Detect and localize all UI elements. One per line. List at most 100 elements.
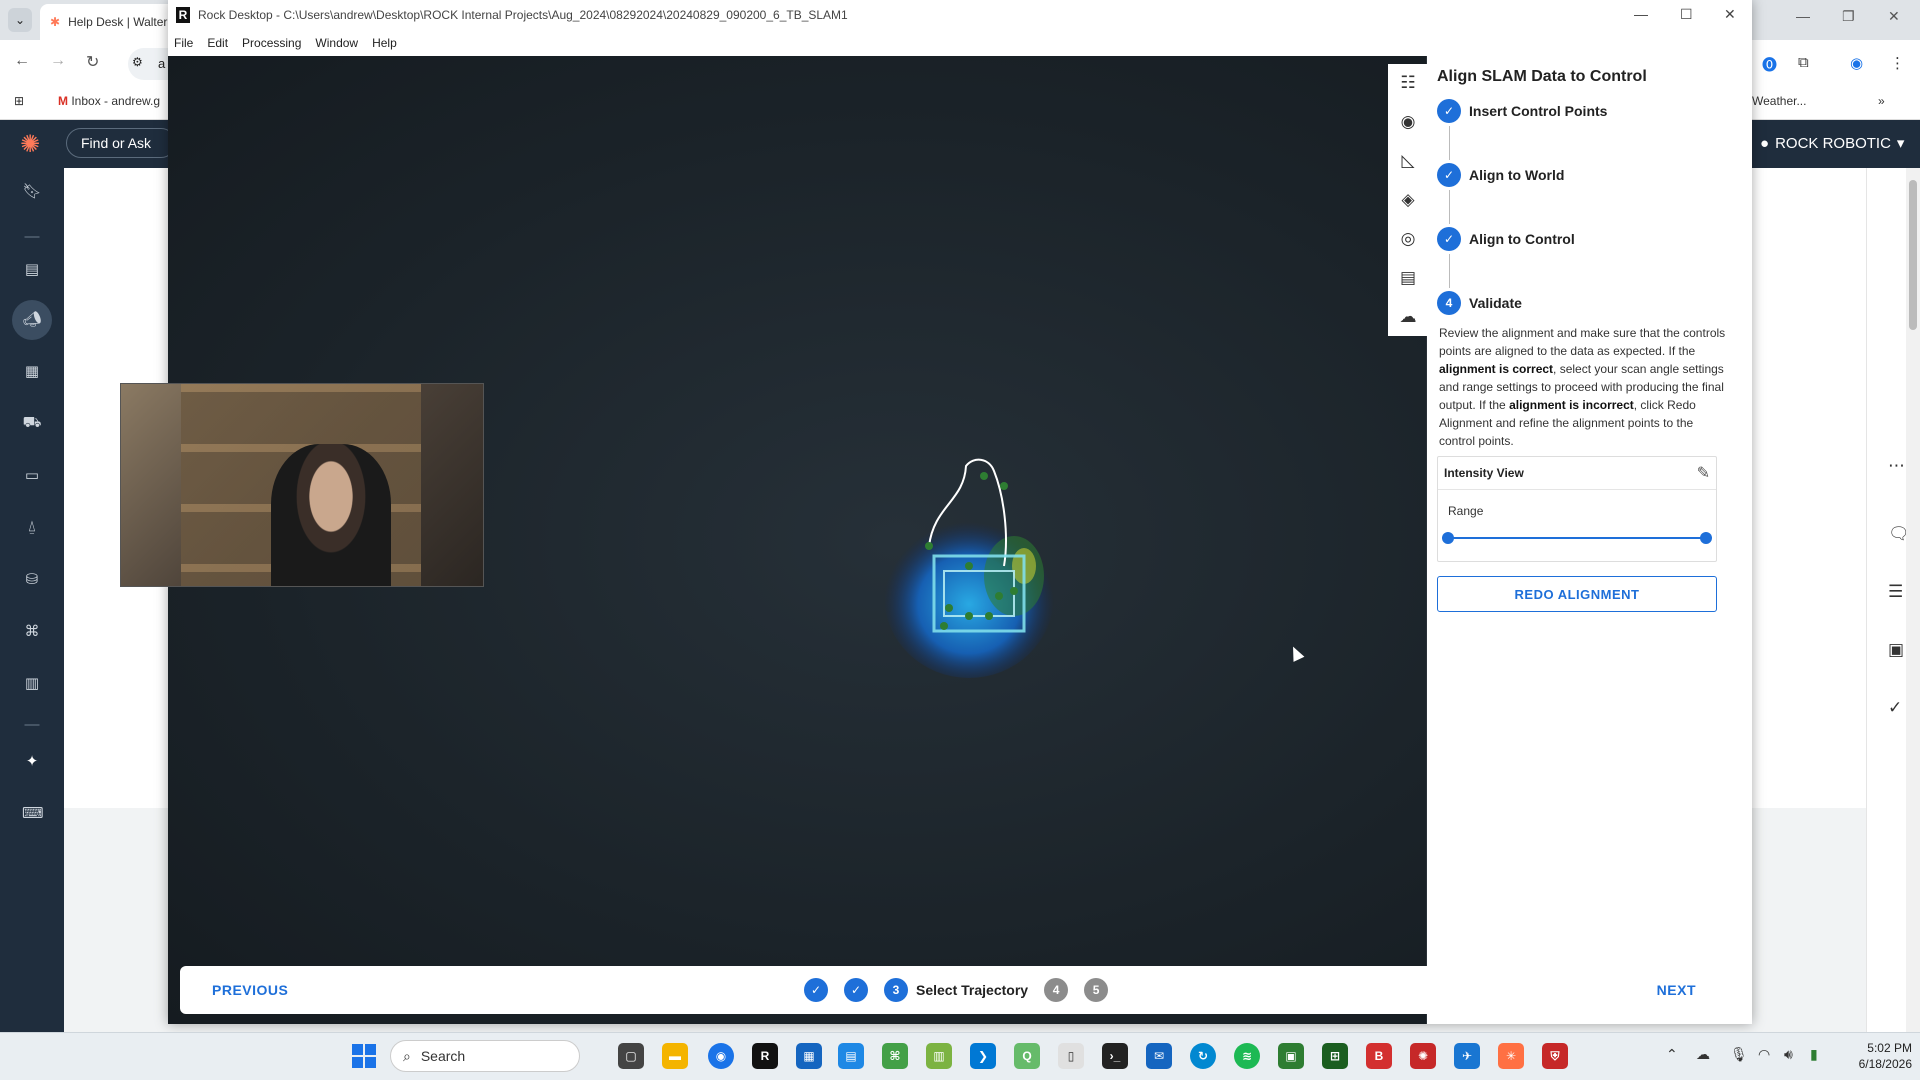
minimize-icon[interactable]: —	[1796, 8, 1810, 24]
minimize-icon[interactable]: —	[1634, 6, 1648, 22]
more-bookmarks-icon[interactable]: »	[1878, 94, 1885, 108]
battery-icon[interactable]: ▮	[1810, 1046, 1818, 1063]
microphone-icon[interactable]: 🎙︎	[1730, 1046, 1748, 1063]
checklist-icon[interactable]: ☰	[1888, 582, 1903, 602]
close-icon[interactable]: ✕	[1888, 8, 1900, 25]
previous-button[interactable]: PREVIOUS	[212, 982, 288, 998]
menu-help[interactable]: Help	[372, 36, 397, 50]
range-slider-track[interactable]	[1448, 537, 1706, 539]
rock-desktop-icon[interactable]: R	[752, 1043, 778, 1069]
apps-icon[interactable]: ⊞	[14, 94, 24, 108]
shield-app-icon[interactable]: ⛨	[1542, 1043, 1568, 1069]
cloud-upload-icon[interactable]: ☁	[1388, 297, 1428, 336]
menu-window[interactable]: Window	[315, 36, 358, 50]
service-icon[interactable]: ⍙	[22, 518, 42, 538]
reload-icon[interactable]: ↻	[86, 52, 99, 72]
marketing-icon[interactable]: 📣︎	[12, 300, 52, 340]
tray-overflow-icon[interactable]: ⌃	[1666, 1046, 1678, 1063]
taskbar-clock[interactable]: 5:02 PM 6/18/2026	[1848, 1040, 1912, 1072]
cloud-offline-icon[interactable]: ☁	[1696, 1046, 1710, 1063]
contacts-icon[interactable]: ▤	[22, 260, 42, 280]
ruler-icon[interactable]: ◺	[1388, 142, 1428, 181]
task-view-icon[interactable]: ▢	[618, 1043, 644, 1069]
tab-search-button[interactable]: ⌄	[8, 8, 32, 32]
workflow-step-2-check-icon[interactable]: ✓	[844, 978, 868, 1002]
chrome-icon[interactable]: ◉	[708, 1043, 734, 1069]
redo-alignment-button[interactable]: REDO ALIGNMENT	[1437, 576, 1717, 612]
windows-start-icon[interactable]	[352, 1044, 376, 1068]
sliders-icon[interactable]: ☷	[1388, 64, 1428, 103]
database-icon[interactable]: ⛁	[22, 570, 42, 590]
menu-file[interactable]: File	[174, 36, 193, 50]
grid-app-icon[interactable]: ⊞	[1322, 1043, 1348, 1069]
qgis-icon[interactable]: Q	[1014, 1043, 1040, 1069]
document-icon[interactable]: ▤	[1388, 258, 1428, 297]
taskbar-search[interactable]: ⌕ Search	[390, 1040, 580, 1072]
target-icon[interactable]: ◉	[1388, 103, 1428, 142]
site-info-icon[interactable]: ⚙	[132, 55, 143, 69]
bookmark-inbox[interactable]: M Inbox - andrew.g	[58, 94, 160, 108]
step-validate[interactable]: 4 Validate	[1437, 288, 1742, 318]
terminal-icon[interactable]: ›_	[1102, 1043, 1128, 1069]
menu-processing[interactable]: Processing	[242, 36, 301, 50]
bookmark-icon[interactable]: 🔖︎	[22, 182, 42, 202]
layers-icon[interactable]: ◈	[1388, 181, 1428, 220]
step-insert-control-points[interactable]: ✓ Insert Control Points	[1437, 96, 1742, 126]
bookmark-weather[interactable]: Weather...	[1752, 94, 1806, 108]
b-app-icon[interactable]: B	[1366, 1043, 1392, 1069]
blank-file-icon[interactable]: ▯	[1058, 1043, 1084, 1069]
next-button[interactable]: NEXT	[1657, 982, 1696, 998]
calculator-icon[interactable]: ▦	[796, 1043, 822, 1069]
reports-icon[interactable]: ▥	[22, 674, 42, 694]
vscode-icon[interactable]: ❯	[970, 1043, 996, 1069]
eye-icon[interactable]: ◎	[1388, 219, 1428, 258]
extensions-icon[interactable]: ⧉	[1798, 54, 1809, 71]
profile-icon[interactable]: ◉	[1850, 54, 1863, 72]
page-scrollbar-thumb[interactable]	[1909, 180, 1917, 330]
claude-icon[interactable]: ✳	[1498, 1043, 1524, 1069]
sparkle-icon[interactable]: ✦	[22, 752, 42, 772]
maximize-icon[interactable]: ☐	[1680, 6, 1693, 23]
workflow-step-3[interactable]: 3	[884, 978, 908, 1002]
back-icon[interactable]: ←	[14, 52, 30, 70]
eyedropper-icon[interactable]: ✎	[1697, 463, 1710, 483]
task-check-icon[interactable]: ✓	[1888, 698, 1902, 718]
sync-app-icon[interactable]: ↻	[1190, 1043, 1216, 1069]
more-apps-icon[interactable]: ⋯	[1888, 456, 1905, 476]
range-slider-max-handle[interactable]	[1700, 532, 1712, 544]
restore-icon[interactable]: ❐	[1842, 8, 1855, 25]
hubspot-logo-icon[interactable]: ✺	[20, 130, 40, 159]
menu-edit[interactable]: Edit	[207, 36, 228, 50]
account-menu[interactable]: ● ROCK ROBOTIC ▾	[1760, 134, 1904, 153]
workflow-step-1-check-icon[interactable]: ✓	[804, 978, 828, 1002]
spotify-icon[interactable]: ≋	[1234, 1043, 1260, 1069]
outlook-icon[interactable]: ✉	[1146, 1043, 1172, 1069]
content-icon[interactable]: ▦	[22, 362, 42, 382]
find-or-ask-search[interactable]: Find or Ask	[66, 128, 176, 158]
step-align-to-world[interactable]: ✓ Align to World	[1437, 160, 1742, 190]
monitor-app-icon[interactable]: ▣	[1278, 1043, 1304, 1069]
network-app-icon[interactable]: ⌘	[882, 1043, 908, 1069]
plane-app-icon[interactable]: ✈	[1454, 1043, 1480, 1069]
dev-tools-icon[interactable]: ⌨	[22, 804, 44, 824]
volume-icon[interactable]: 🔊︎	[1784, 1046, 1793, 1063]
workflow-step-4[interactable]: 4	[1044, 978, 1069, 1002]
notepad-icon[interactable]: ▤	[838, 1043, 864, 1069]
webcam-video-overlay[interactable]	[120, 383, 484, 587]
password-manager-icon[interactable]: ⓿	[1762, 54, 1777, 75]
chrome-menu-icon[interactable]: ⋮	[1890, 54, 1905, 72]
dashboard-app-icon[interactable]: ✺	[1410, 1043, 1436, 1069]
forward-icon[interactable]: →	[50, 52, 66, 70]
chart-app-icon[interactable]: ▥	[926, 1043, 952, 1069]
commerce-icon[interactable]: ⛟	[22, 414, 42, 434]
step-label: Validate	[1469, 295, 1522, 311]
range-slider-min-handle[interactable]	[1442, 532, 1454, 544]
wifi-icon[interactable]: ◠	[1758, 1046, 1770, 1063]
calendar-icon[interactable]: ▣	[1888, 640, 1904, 660]
workflows-icon[interactable]: ⌘	[22, 622, 42, 642]
step-align-to-control[interactable]: ✓ Align to Control	[1437, 224, 1742, 254]
close-icon[interactable]: ✕	[1724, 6, 1736, 23]
file-explorer-icon[interactable]: ▬	[662, 1043, 688, 1069]
wallet-icon[interactable]: ▭	[22, 466, 42, 486]
workflow-step-5[interactable]: 5	[1084, 978, 1109, 1002]
